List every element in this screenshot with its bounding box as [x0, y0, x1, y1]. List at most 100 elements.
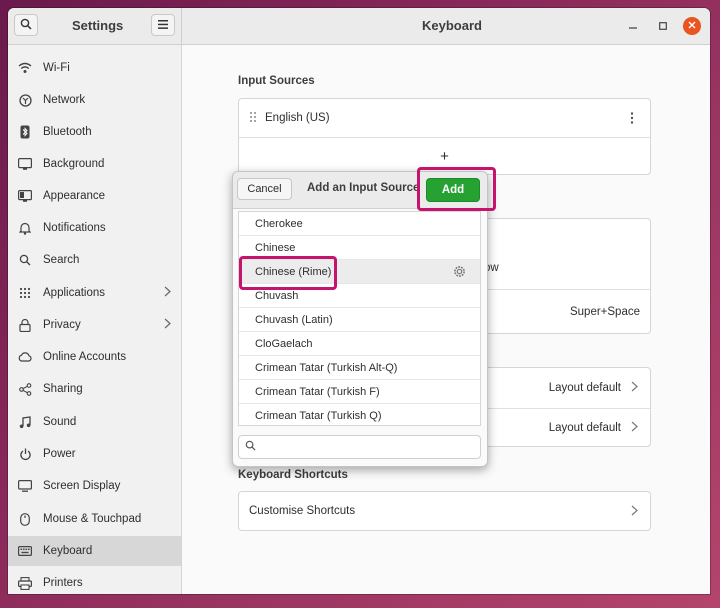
- sidebar-item-search[interactable]: Search: [8, 245, 181, 275]
- close-icon: [688, 20, 696, 32]
- sidebar-item-power[interactable]: Power: [8, 439, 181, 469]
- more-options-icon[interactable]: [630, 112, 634, 127]
- chevron-right-icon: [631, 505, 638, 519]
- sidebar-item-mouse-touchpad[interactable]: Mouse & Touchpad: [8, 504, 181, 534]
- sidebar-title: Settings: [72, 18, 124, 33]
- sidebar-item-keyboard[interactable]: Keyboard: [8, 536, 181, 566]
- list-item[interactable]: Crimean Tatar (Turkish Q): [239, 404, 480, 425]
- music-note-icon: [18, 415, 32, 429]
- sidebar-item-label: Network: [43, 94, 86, 106]
- page-title: Keyboard: [422, 18, 482, 33]
- sidebar-item-label: Keyboard: [43, 545, 93, 557]
- gear-icon[interactable]: [453, 265, 466, 281]
- sidebar-item-label: Mouse & Touchpad: [43, 513, 142, 525]
- customise-shortcuts-row[interactable]: Customise Shortcuts: [238, 491, 651, 531]
- search-field[interactable]: [238, 435, 481, 459]
- customise-shortcuts-label: Customise Shortcuts: [249, 505, 356, 517]
- menu-button[interactable]: [151, 14, 175, 36]
- input-source-row[interactable]: English (US): [239, 99, 650, 137]
- search-icon: [18, 253, 32, 267]
- network-icon: [18, 93, 32, 107]
- sidebar-item-label: Wi-Fi: [43, 62, 70, 74]
- search-icon: [20, 18, 32, 33]
- bell-icon: [18, 221, 32, 235]
- sidebar-item-wifi[interactable]: Wi-Fi: [8, 53, 181, 83]
- add-icon: +: [440, 148, 449, 165]
- search-icon: [245, 440, 256, 454]
- search-button[interactable]: [14, 14, 38, 36]
- drag-handle-icon[interactable]: [249, 111, 257, 126]
- minimize-icon: [629, 19, 637, 33]
- bluetooth-icon: [18, 125, 32, 139]
- list-item[interactable]: Cherokee: [239, 212, 480, 236]
- sidebar-item-label: Screen Display: [43, 480, 121, 492]
- sidebar-item-sound[interactable]: Sound: [8, 407, 181, 437]
- sidebar-item-label: Notifications: [43, 222, 106, 234]
- chevron-right-icon: [164, 318, 171, 332]
- chevron-right-icon: [631, 421, 638, 435]
- shortcut-value: Super+Space: [569, 306, 640, 318]
- sidebar-item-network[interactable]: Network: [8, 85, 181, 115]
- layout-default-value: Layout default: [548, 422, 621, 434]
- grid-icon: [18, 286, 32, 300]
- sidebar-item-label: Search: [43, 254, 80, 266]
- input-source-list: Cherokee Chinese Chinese (Rime) Chuvash …: [238, 211, 481, 426]
- sidebar-item-label: Appearance: [43, 190, 106, 202]
- layout-default-value: Layout default: [548, 382, 621, 394]
- input-source-label: English (US): [265, 112, 330, 124]
- background-icon: [18, 157, 32, 171]
- sidebar-item-background[interactable]: Background: [8, 149, 181, 179]
- keyboard-icon: [18, 544, 32, 558]
- chevron-right-icon: [631, 381, 638, 395]
- customise-shortcuts-content: Customise Shortcuts: [239, 492, 650, 530]
- share-icon: [18, 382, 32, 396]
- appearance-icon: [18, 189, 32, 203]
- cloud-icon: [18, 350, 32, 364]
- maximize-button[interactable]: [655, 18, 671, 34]
- sidebar-item-applications[interactable]: Applications: [8, 278, 181, 308]
- sidebar-item-label: Power: [43, 448, 76, 460]
- cancel-button[interactable]: Cancel: [237, 178, 292, 200]
- wifi-icon: [18, 61, 32, 75]
- sidebar-item-label: Sound: [43, 416, 77, 428]
- list-item[interactable]: Crimean Tatar (Turkish Alt-Q): [239, 356, 480, 380]
- minimize-button[interactable]: [625, 18, 641, 34]
- lock-icon: [18, 318, 32, 332]
- sidebar-item-printers[interactable]: Printers: [8, 568, 181, 594]
- list-item[interactable]: Chuvash (Latin): [239, 308, 480, 332]
- power-icon: [18, 447, 32, 461]
- sidebar-item-label: Background: [43, 158, 105, 170]
- selected-item-highlight: [239, 256, 337, 290]
- sidebar: Wi-Fi Network Bluetooth Background Appea…: [8, 45, 182, 594]
- close-button[interactable]: [683, 17, 701, 35]
- sidebar-item-label: Sharing: [43, 383, 83, 395]
- header-divider: [181, 8, 182, 44]
- keyboard-shortcuts-title: Keyboard Shortcuts: [238, 469, 348, 481]
- mouse-icon: [18, 512, 32, 526]
- list-item[interactable]: CloGaelach: [239, 332, 480, 356]
- sidebar-item-label: Printers: [43, 577, 83, 589]
- sidebar-item-label: Privacy: [43, 319, 81, 331]
- sidebar-item-notifications[interactable]: Notifications: [8, 213, 181, 243]
- header-bar: Settings Keyboard: [8, 8, 710, 45]
- sidebar-item-bluetooth[interactable]: Bluetooth: [8, 117, 181, 147]
- sidebar-item-label: Bluetooth: [43, 126, 92, 138]
- input-sources-title: Input Sources: [238, 75, 315, 87]
- maximize-icon: [659, 19, 667, 33]
- add-button-highlight: [417, 167, 496, 211]
- printer-icon: [18, 576, 32, 590]
- add-input-source-dialog: Cancel Add an Input Source Add Cherokee …: [232, 171, 488, 467]
- sidebar-item-label: Applications: [43, 287, 106, 299]
- hamburger-icon: [158, 18, 168, 32]
- list-item[interactable]: Crimean Tatar (Turkish F): [239, 380, 480, 404]
- sidebar-item-privacy[interactable]: Privacy: [8, 310, 181, 340]
- sidebar-item-label: Online Accounts: [43, 351, 127, 363]
- sidebar-item-appearance[interactable]: Appearance: [8, 181, 181, 211]
- input-sources-card: English (US) +: [238, 98, 651, 175]
- sidebar-item-screen-display[interactable]: Screen Display: [8, 471, 181, 501]
- sidebar-item-sharing[interactable]: Sharing: [8, 374, 181, 404]
- chevron-right-icon: [164, 286, 171, 300]
- dialog-title: Add an Input Source: [307, 182, 420, 194]
- sidebar-item-online-accounts[interactable]: Online Accounts: [8, 342, 181, 372]
- display-icon: [18, 479, 32, 493]
